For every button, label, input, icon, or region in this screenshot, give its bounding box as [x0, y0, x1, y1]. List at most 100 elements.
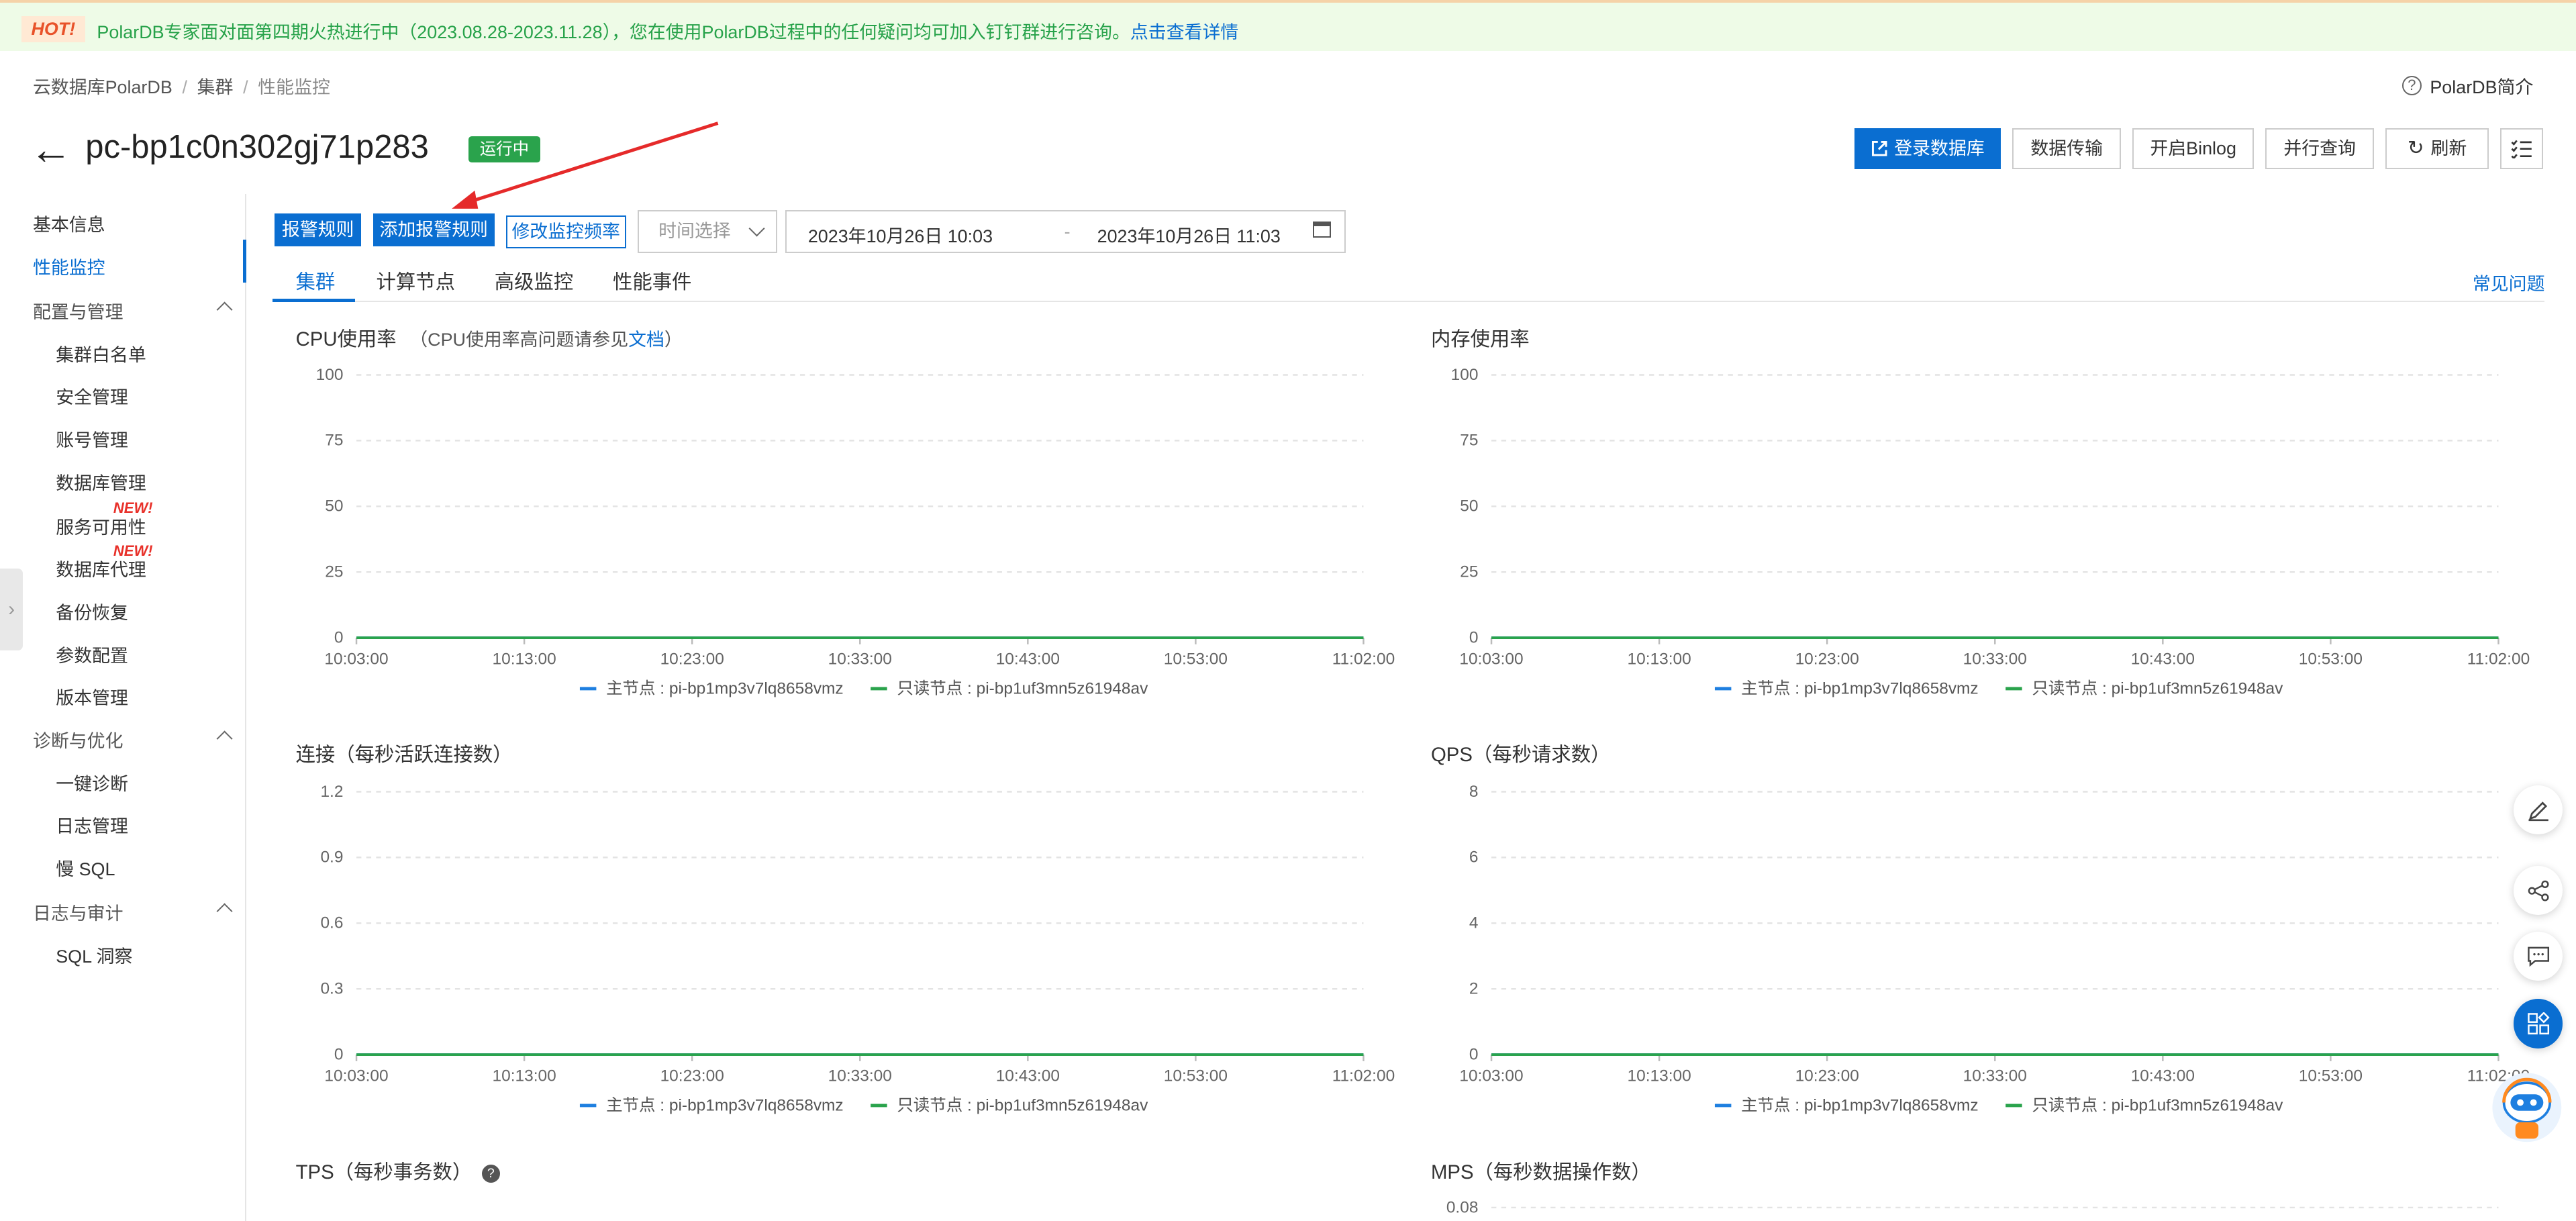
- chart-title-tps: TPS（每秒事务数）?: [296, 1157, 500, 1185]
- cpu-doc-link[interactable]: 文档: [628, 330, 664, 350]
- sidebar-item-db-proxy[interactable]: 数据库代理: [56, 555, 146, 581]
- sidebar-item-security[interactable]: 安全管理: [56, 383, 128, 409]
- parallel-query-button[interactable]: 并行查询: [2265, 128, 2374, 170]
- sidebar-item-databases[interactable]: 数据库管理: [56, 469, 146, 495]
- x-tick-label: 10:23:00: [660, 1067, 724, 1085]
- y-tick-label: 75: [325, 431, 343, 449]
- login-database-button[interactable]: 登录数据库: [1854, 128, 2001, 170]
- sidebar-collapse-handle[interactable]: ›: [0, 568, 23, 651]
- x-tick-label: 10:43:00: [996, 1067, 1060, 1085]
- breadcrumb-cluster[interactable]: 集群: [197, 77, 234, 97]
- alarm-rules-button[interactable]: 报警规则: [274, 213, 362, 247]
- sidebar-item-slow-sql[interactable]: 慢 SQL: [56, 854, 115, 881]
- chart-title-mps: MPS（每秒数据操作数）: [1430, 1161, 1651, 1184]
- sidebar-item-version[interactable]: 版本管理: [56, 683, 128, 710]
- y-tick-label: 0: [334, 628, 344, 646]
- modify-frequency-button[interactable]: 修改监控频率: [505, 215, 626, 248]
- x-tick-label: 10:53:00: [2299, 650, 2363, 668]
- y-tick-label: 1.2: [321, 783, 344, 801]
- sidebar-item-sql-insight[interactable]: SQL 洞察: [56, 942, 132, 968]
- x-tick-label: 10:13:00: [493, 650, 556, 668]
- x-tick-label: 10:33:00: [1963, 650, 2027, 668]
- breadcrumb-polardb[interactable]: 云数据库PolarDB: [33, 77, 172, 97]
- sidebar-item-availability[interactable]: 服务可用性: [56, 513, 146, 539]
- sidebar-item-whitelist[interactable]: 集群白名单: [56, 340, 146, 367]
- banner-details-link[interactable]: 点击查看详情: [1130, 22, 1238, 42]
- task-list-button[interactable]: [2500, 128, 2544, 170]
- apps-button[interactable]: [2513, 999, 2563, 1048]
- refresh-button[interactable]: ↻ 刷新: [2385, 128, 2489, 170]
- edit-feedback-button[interactable]: [2513, 785, 2563, 835]
- legend-readonly-node[interactable]: 只读节点 : pi-bp1uf3mn5z61948av: [2032, 679, 2284, 697]
- y-tick-label: 100: [1451, 365, 1479, 383]
- x-tick-label: 10:23:00: [1795, 650, 1859, 668]
- sidebar-group-config[interactable]: 配置与管理: [33, 297, 123, 324]
- sidebar-item-params[interactable]: 参数配置: [56, 641, 128, 667]
- assistant-robot-icon[interactable]: [2491, 1071, 2563, 1144]
- sidebar-group-audit[interactable]: 日志与审计: [33, 899, 123, 925]
- polardb-intro-link[interactable]: ? PolarDB简介: [2401, 72, 2533, 99]
- tab-cluster[interactable]: 集群: [296, 266, 336, 295]
- y-tick-label: 100: [316, 365, 344, 383]
- tab-advanced-monitor[interactable]: 高级监控: [495, 266, 573, 295]
- sidebar-item-backup[interactable]: 备份恢复: [56, 598, 128, 624]
- chat-button[interactable]: [2513, 931, 2563, 981]
- legend-main-node[interactable]: 主节点 : pi-bp1mp3v7lq8658vmz: [1742, 679, 1979, 697]
- enable-binlog-button[interactable]: 开启Binlog: [2132, 128, 2255, 170]
- x-tick-label: 11:02:00: [1332, 1067, 1395, 1085]
- y-tick-label: 0: [1469, 1046, 1479, 1064]
- x-tick-label: 10:03:00: [325, 650, 389, 668]
- sidebar-item-basic-info[interactable]: 基本信息: [33, 210, 105, 236]
- legend-main-node[interactable]: 主节点 : pi-bp1mp3v7lq8658vmz: [1742, 1096, 1979, 1115]
- legend-readonly-node[interactable]: 只读节点 : pi-bp1uf3mn5z61948av: [897, 1096, 1148, 1115]
- x-tick-label: 10:23:00: [1795, 1067, 1859, 1085]
- external-link-icon: [1871, 141, 1887, 156]
- y-tick-label: 0.9: [321, 848, 344, 867]
- legend-readonly-node[interactable]: 只读节点 : pi-bp1uf3mn5z61948av: [897, 679, 1148, 697]
- help-icon[interactable]: ?: [481, 1164, 500, 1183]
- tab-compute-nodes[interactable]: 计算节点: [377, 266, 455, 295]
- sidebar-active-indicator: [243, 240, 247, 283]
- y-tick-label: 6: [1469, 848, 1479, 867]
- x-tick-label: 10:03:00: [1460, 650, 1524, 668]
- breadcrumb: 云数据库PolarDB / 集群 / 性能监控: [32, 77, 330, 97]
- sidebar-group-diagnosis[interactable]: 诊断与优化: [33, 726, 123, 752]
- legend-readonly-node[interactable]: 只读节点 : pi-bp1uf3mn5z61948av: [2032, 1096, 2284, 1115]
- share-button[interactable]: [2513, 865, 2563, 916]
- end-time-input[interactable]: 2023年10月26日 11:03: [1097, 222, 1281, 248]
- y-tick-label: 0.3: [321, 980, 344, 998]
- legend-main-node[interactable]: 主节点 : pi-bp1mp3v7lq8658vmz: [606, 679, 844, 697]
- banner-text: PolarDB专家面对面第四期火热进行中（2023.08.28-2023.11.…: [97, 22, 1239, 43]
- add-alarm-rule-button[interactable]: 添加报警规则: [373, 213, 495, 247]
- legend-main-node[interactable]: 主节点 : pi-bp1mp3v7lq8658vmz: [606, 1096, 844, 1115]
- time-select-dropdown[interactable]: 时间选择: [637, 210, 777, 253]
- apps-icon: [2527, 1012, 2550, 1034]
- sidebar-item-one-click-diagnosis[interactable]: 一键诊断: [56, 769, 128, 795]
- question-icon: ?: [2401, 75, 2422, 95]
- date-range-picker[interactable]: 2023年10月26日 10:03 - 2023年10月26日 11:03: [785, 210, 1346, 253]
- pencil-icon: [2528, 801, 2548, 821]
- faq-link[interactable]: 常见问题: [2473, 269, 2545, 295]
- calendar-icon[interactable]: [1313, 221, 1332, 238]
- y-tick-label: 0.6: [321, 914, 344, 932]
- data-transfer-button[interactable]: 数据传输: [2012, 128, 2121, 170]
- sidebar-item-accounts[interactable]: 账号管理: [56, 426, 128, 452]
- start-time-input[interactable]: 2023年10月26日 10:03: [808, 222, 993, 248]
- x-tick-label: 10:43:00: [2131, 650, 2195, 668]
- hot-badge: HOT!: [21, 15, 85, 42]
- mps-chart: 0.08: [1446, 1198, 2499, 1216]
- x-tick-label: 10:53:00: [2299, 1067, 2363, 1085]
- y-tick-label: 0: [334, 1046, 344, 1064]
- sidebar-item-performance-monitor[interactable]: 性能监控: [33, 253, 105, 279]
- sidebar-item-log-management[interactable]: 日志管理: [56, 812, 128, 838]
- chart-title-connections: 连接（每秒活跃连接数）: [295, 744, 513, 767]
- tab-performance-events[interactable]: 性能事件: [613, 266, 691, 295]
- x-tick-label: 10:23:00: [660, 650, 724, 668]
- y-tick-label: 50: [1460, 497, 1479, 515]
- x-tick-label: 10:13:00: [1628, 1067, 1691, 1085]
- y-tick-label: 2: [1469, 980, 1479, 998]
- back-arrow-icon[interactable]: ←: [30, 128, 72, 171]
- x-tick-label: 10:03:00: [325, 1067, 389, 1085]
- tabs-divider: [273, 300, 2545, 303]
- status-badge: 运行中: [468, 136, 541, 163]
